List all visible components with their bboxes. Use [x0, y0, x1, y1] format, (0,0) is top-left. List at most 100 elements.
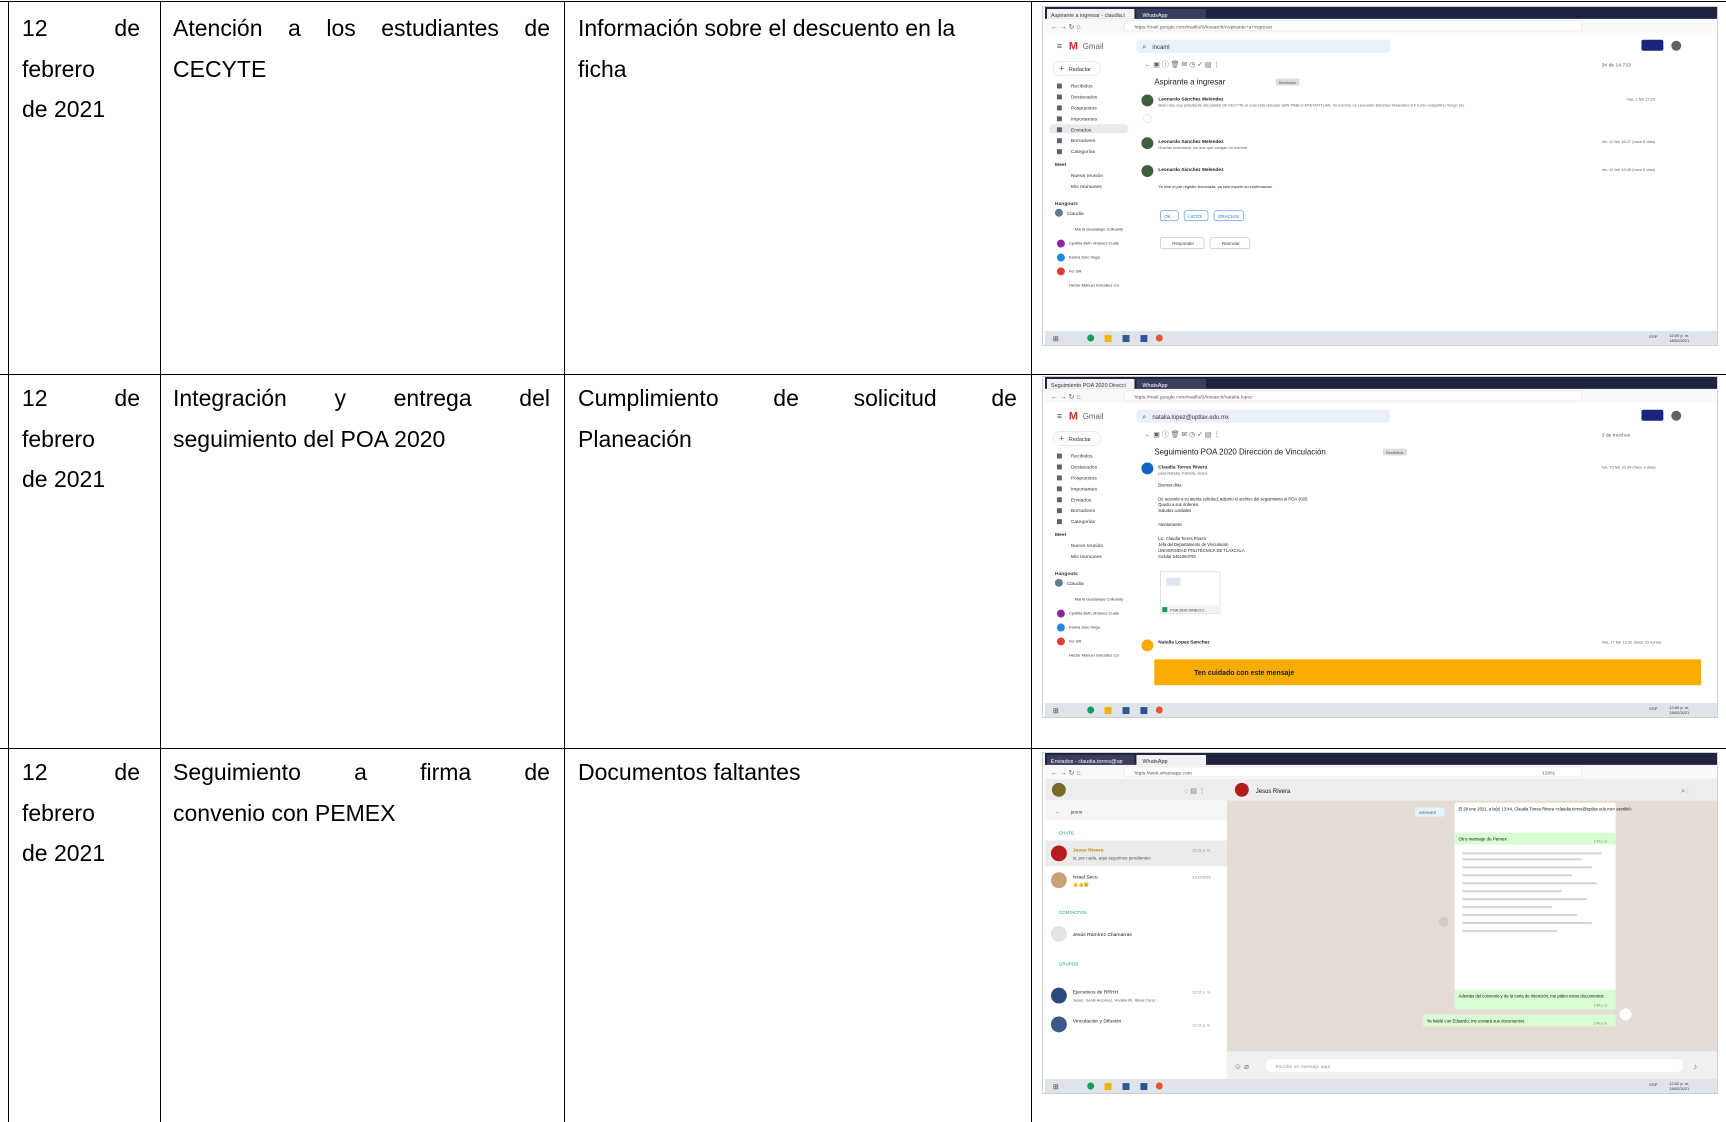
result-line1: Documentos faltantes: [578, 759, 801, 785]
wa-emoji-attach-icons: ☺ ⌀: [1234, 1062, 1249, 1071]
nav-inbox: Recibidos: [1071, 84, 1093, 90]
wa-msg1: Otro mensaje de Pemex: [1459, 836, 1508, 841]
forward-button: Reenviar: [1222, 241, 1240, 246]
compose-button: Redactar: [1069, 437, 1091, 443]
browser-tab-1: Seguimiento POA 2020 Direcci: [1051, 383, 1126, 389]
taskbar-lang: ESP: [1649, 706, 1657, 711]
wa-chat-time: 31/12/2020: [1192, 875, 1211, 879]
taskbar-date: 18/02/2021: [1669, 710, 1690, 715]
contact-5: Héctor Manuel González Ca: [1069, 652, 1120, 657]
nav-starred: Destacados: [1071, 464, 1098, 470]
date-de: de: [114, 759, 140, 785]
taskbar-lang: ESP: [1649, 334, 1657, 339]
nav-categories: Categorías: [1071, 519, 1096, 525]
menu-icon: ≡: [1057, 411, 1062, 421]
taskbar-lang: ESP: [1649, 1082, 1657, 1087]
row2-result: Cumplimiento de solicitud de Planeación: [578, 378, 1017, 459]
contact-3: Karina Soto Vega: [1069, 255, 1101, 260]
date-day: 12: [22, 15, 48, 41]
wa-chat-name: Israel Secu: [1073, 874, 1098, 880]
result-word: solicitud: [853, 385, 937, 411]
nav-categories: Categorías: [1071, 149, 1096, 155]
nav-arrows-icon: ← → ↻ ⌂: [1051, 394, 1081, 401]
body-line: Saludos cordiales: [1158, 508, 1191, 513]
msg2-date: vie, 12 feb 16:37 (hace 6 días): [1602, 139, 1656, 144]
date-de: de: [114, 15, 140, 41]
msg3-date: vie, 12 feb 19:45 (hace 6 días): [1602, 167, 1656, 172]
wa-group-time: 12:02 p. m.: [1192, 991, 1211, 995]
compose-plus-icon: +: [1059, 64, 1064, 74]
contact-1: María Guadalupe Colluanty: [1075, 597, 1123, 602]
browser-tab-1: Enviados - claudia.torres@up: [1051, 759, 1123, 765]
browser-tab-2: WhatsApp: [1142, 13, 1167, 19]
browser-tab-1: Aspirante a ingresar - claudia.t: [1051, 13, 1125, 19]
taskbar-date: 18/02/2021: [1669, 1086, 1690, 1091]
reply-button: Responder: [1172, 241, 1194, 246]
wa-chat-header-name: Jesus Rivera: [1256, 789, 1291, 795]
gmail-screenshot-2: Seguimiento POA 2020 Direcci WhatsApp ht…: [1042, 376, 1718, 718]
row-divider-1: [0, 374, 1726, 375]
email-recipients: para Natalia, Fabiola, Jesús: [1158, 470, 1207, 475]
wa-chat-name: Jesus Rivera: [1073, 847, 1104, 853]
start-icon: ⊞: [1053, 708, 1059, 715]
url-bar: https://mail.google.com/mail/u/0/#search…: [1134, 394, 1253, 400]
meet-mine: Mis reuniones: [1071, 554, 1102, 560]
email-label: Recibidos: [1386, 450, 1403, 455]
meet-mine: Mis reuniones: [1071, 184, 1102, 190]
wa-message-input: Escribe un mensaje aquí: [1276, 1064, 1331, 1070]
contact-2: Cynthia Beth Jimenez Cuate: [1069, 611, 1120, 616]
wa-search-input: jesus: [1070, 810, 1083, 816]
row1-date: 12 de febrero de 2021: [22, 8, 140, 130]
email-subject: Aspirante a ingresar: [1154, 78, 1225, 87]
url-bar: https://mail.google.com/mail/u/0/#search…: [1134, 24, 1272, 30]
pager: 3 de muchos: [1602, 433, 1631, 439]
meet-heading: Meet: [1055, 532, 1067, 538]
compose-button: Redactar: [1069, 67, 1091, 73]
col-border-3: [1031, 1, 1032, 1122]
nav-arrows-icon: ← → ↻ ⌂: [1051, 24, 1081, 31]
nav-inbox: Recibidos: [1071, 454, 1093, 460]
contact-5: Héctor Manuel González Ca: [1069, 282, 1120, 287]
wa-group-name: Vinculación y Difusión: [1073, 1018, 1122, 1024]
body-line: De acuerdo a su atenta solicitud, adjunt…: [1158, 496, 1308, 501]
row3-date: 12 de febrero de 2021: [22, 752, 140, 874]
gmail-logo-icon: M: [1069, 41, 1078, 53]
date-month: febrero: [22, 799, 95, 826]
body-line: Quedo a sus órdenes.: [1158, 502, 1199, 507]
gmail-screenshot-1: Aspirante a ingresar - claudia.t WhatsAp…: [1042, 6, 1718, 346]
nav-sent: Enviados: [1071, 127, 1092, 133]
wa-chat-preview: 👍👍😉: [1073, 881, 1090, 887]
browser-tab-2: WhatsApp: [1142, 759, 1167, 765]
pager: 34 de 14.733: [1602, 63, 1631, 69]
hangouts-user: Claudia: [1067, 581, 1084, 587]
col-border-0: [8, 1, 9, 1122]
wa-section-groups: GRUPOS: [1059, 962, 1078, 967]
start-icon: ⊞: [1053, 1084, 1059, 1091]
gmail-app-name: Gmail: [1083, 412, 1104, 421]
result-line2: ficha: [578, 55, 627, 82]
search-input: incaml: [1152, 45, 1169, 51]
wa-msg1-time: 1:24 p. m.: [1594, 839, 1608, 843]
wa-contact-name: Jesús Ramírez Chamarras: [1073, 932, 1133, 938]
wa-chat-time: 12:31 p. m.: [1192, 848, 1211, 852]
attachment-name: POA 2020 DIRECCI...: [1170, 609, 1207, 613]
row3-activity: Seguimiento a firma de convenio con PEME…: [173, 752, 550, 833]
result-word: de: [773, 385, 799, 411]
contact-4: Fer SR: [1069, 268, 1082, 273]
col-border-2: [564, 1, 565, 1122]
activity-line2: CECYTE: [173, 55, 267, 82]
wa-section-contacts: CONTACTOS: [1059, 910, 1087, 915]
activity-word: firma: [420, 759, 472, 785]
wa-group-name: Ejecutivos de RRHH: [1073, 990, 1119, 996]
date-month: febrero: [22, 55, 95, 82]
whatsapp-screenshot: Enviados - claudia.torres@up WhatsApp ht…: [1042, 752, 1718, 1094]
msg3-sender: Leonardo Sánchez Melendez: [1158, 167, 1224, 173]
activity-word: entrega: [393, 385, 472, 411]
wa-msg2-time: 1:40 p. m.: [1594, 1004, 1608, 1008]
nav-snoozed: Pospuestos: [1071, 105, 1097, 111]
date-year: de 2021: [22, 840, 106, 866]
email-label: Recibidos: [1279, 80, 1296, 85]
activity-word: y: [334, 385, 346, 411]
start-icon: ⊞: [1053, 336, 1059, 343]
menu-icon: ≡: [1057, 41, 1062, 51]
